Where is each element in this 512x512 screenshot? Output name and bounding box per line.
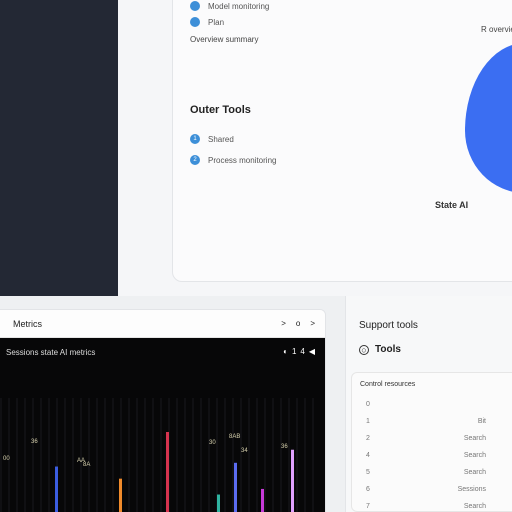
data-label: 00 <box>3 456 10 462</box>
list-item-number: 2 <box>366 435 370 442</box>
list-item-label: Search <box>463 435 486 442</box>
list-item[interactable]: 6 Sessions <box>366 486 486 493</box>
settings-icon[interactable]: ◐ <box>283 347 288 356</box>
tools-icon: ○ <box>359 344 369 355</box>
bullet-icon <box>190 1 200 11</box>
chart-bar <box>291 449 294 512</box>
chart-svg: 3600 AA8A308AB3436 <box>0 398 314 512</box>
list-item[interactable]: 1 Bit <box>366 418 486 425</box>
tool-item[interactable]: 2 Process monitoring <box>190 155 276 165</box>
menu-item[interactable]: Plan <box>190 17 224 27</box>
menu-item-label: Plan <box>208 17 225 27</box>
list-item-label: Bit <box>477 418 486 425</box>
panel-title: Support tools <box>359 320 418 331</box>
list-item[interactable]: 4 Search <box>366 452 486 459</box>
chart-control[interactable]: 4 <box>300 347 304 356</box>
number-badge: 1 <box>190 134 200 144</box>
list-item-label: Search <box>463 469 486 476</box>
list-item[interactable]: 5 Search <box>366 469 486 476</box>
state-label: State AI <box>435 200 469 210</box>
list-item[interactable]: 7 Search <box>366 503 486 510</box>
list-item-number: 1 <box>366 418 370 425</box>
next-icon[interactable]: > <box>310 319 315 328</box>
list-item-number: 7 <box>366 503 370 510</box>
data-label: 8A <box>83 462 90 468</box>
tool-item[interactable]: 1 Shared <box>190 134 234 144</box>
menu-item-label: Model monitoring <box>208 1 270 11</box>
right-panel: Support tools ○ Tools Control resources … <box>345 296 512 512</box>
chart-title: Sessions state AI metrics <box>6 348 96 357</box>
blue-shape-graphic <box>465 43 512 193</box>
list-item-number: 4 <box>366 452 370 459</box>
corner-label: R overview <box>481 25 512 34</box>
tool-item-label: Process monitoring <box>208 155 277 165</box>
menu-item[interactable]: Model monitoring <box>190 1 269 11</box>
section-title: Outer Tools <box>190 104 251 116</box>
chart-bar <box>217 494 220 512</box>
data-label: 36 <box>281 444 288 450</box>
list-title: Control resources <box>360 381 416 388</box>
data-label: 30 <box>209 440 216 446</box>
play-icon[interactable]: > <box>281 319 286 328</box>
record-icon[interactable]: o <box>296 319 300 328</box>
chart-bar <box>261 488 264 512</box>
metrics-panel: Metrics > o > Sessions state AI metrics … <box>0 309 326 512</box>
chart-bar <box>119 478 122 512</box>
number-badge: 2 <box>190 155 200 165</box>
tool-item-label: Shared <box>208 134 234 144</box>
chart-bar <box>55 466 58 512</box>
collapse-icon[interactable]: ◀ <box>309 347 315 356</box>
chart-bar <box>166 432 169 512</box>
chart-control[interactable]: 1 <box>292 347 296 356</box>
list-item-number: 5 <box>366 469 370 476</box>
list-item-label: Sessions <box>457 486 486 493</box>
list-item[interactable]: 2 Search <box>366 435 486 442</box>
list-item-label: Search <box>463 503 486 510</box>
list-item[interactable]: 0 <box>366 401 486 408</box>
app-root: Model monitoring Plan Overview summary R… <box>0 0 512 512</box>
metrics-header: Metrics > o > <box>0 310 325 338</box>
header-controls: > o > <box>281 319 315 328</box>
chart-bar <box>234 462 237 512</box>
resource-card: Control resources 0 1 Bit 2 Search 4 Search 5 Se… <box>351 372 512 512</box>
tools-label: Tools <box>375 344 401 355</box>
overview-card: Model monitoring Plan Overview summary R… <box>172 0 512 282</box>
data-label: 36 <box>31 439 38 445</box>
bullet-icon <box>190 17 200 27</box>
sidebar <box>0 0 118 296</box>
list-item-label: Search <box>463 452 486 459</box>
overview-summary: Overview summary <box>190 35 259 44</box>
tools-header[interactable]: ○ Tools <box>359 344 401 355</box>
list-item-number: 6 <box>366 486 370 493</box>
metrics-chart: Sessions state AI metrics ◐ 1 4 ◀ 36 00 AA… <box>0 338 325 512</box>
data-label: 8AB <box>229 434 240 440</box>
chart-controls: ◐ 1 4 ◀ <box>283 347 315 356</box>
data-label: 34 <box>241 448 248 454</box>
list-item-number: 0 <box>366 401 370 408</box>
metrics-title: Metrics <box>13 318 42 329</box>
